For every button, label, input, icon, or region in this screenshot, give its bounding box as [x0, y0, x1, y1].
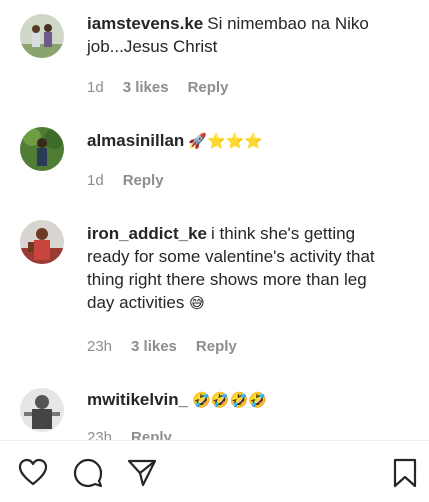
reply-button[interactable]: Reply	[131, 429, 172, 440]
comment-username[interactable]: iron_addict_ke	[87, 224, 207, 243]
comment-emoji: 🚀⭐⭐⭐	[188, 132, 264, 150]
post-action-bar	[0, 440, 429, 502]
bookmark-icon[interactable]	[393, 458, 417, 493]
grinning-sweat-emoji: 😅	[189, 294, 205, 312]
avatar[interactable]	[20, 127, 64, 171]
comment-time: 1d	[87, 79, 104, 96]
avatar[interactable]	[20, 220, 64, 264]
comment-icon[interactable]	[73, 458, 103, 493]
comment-meta: 1d Reply	[87, 172, 183, 189]
share-icon[interactable]	[127, 458, 157, 493]
comment-time: 1d	[87, 172, 104, 189]
comment-time: 23h	[87, 429, 113, 440]
comment-text: Si nimembao na Niko	[207, 14, 369, 33]
comment-text: thing right there shows more than leg	[87, 270, 367, 289]
comment-time: 23h	[87, 338, 113, 355]
comment-text: day activities	[87, 293, 185, 312]
comment-meta: 23h Reply	[87, 429, 191, 440]
comment-text: job...Jesus Christ	[87, 37, 218, 56]
comment-username[interactable]: iamstevens.ke	[87, 14, 203, 33]
comments-list: iamstevens.ke Si nimembao na Niko job...J…	[0, 0, 429, 440]
comment-username[interactable]: mwitikelvin_	[87, 390, 188, 409]
comment-text: i think she's getting	[211, 224, 356, 243]
avatar[interactable]	[20, 14, 64, 58]
comment-meta: 1d 3 likes Reply	[87, 79, 247, 96]
reply-button[interactable]: Reply	[188, 79, 229, 96]
comment-meta: 23h 3 likes Reply	[87, 338, 256, 355]
comment-likes[interactable]: 3 likes	[123, 79, 169, 96]
reply-button[interactable]: Reply	[123, 172, 164, 189]
heart-icon[interactable]	[18, 458, 48, 491]
comment-emoji: 🤣🤣🤣🤣	[192, 391, 267, 409]
reply-button[interactable]: Reply	[196, 338, 237, 355]
comment-text: ready for some valentine's activity that	[87, 247, 375, 266]
avatar[interactable]	[20, 388, 64, 432]
comment-username[interactable]: almasinillan	[87, 131, 184, 150]
comment-likes[interactable]: 3 likes	[131, 338, 177, 355]
